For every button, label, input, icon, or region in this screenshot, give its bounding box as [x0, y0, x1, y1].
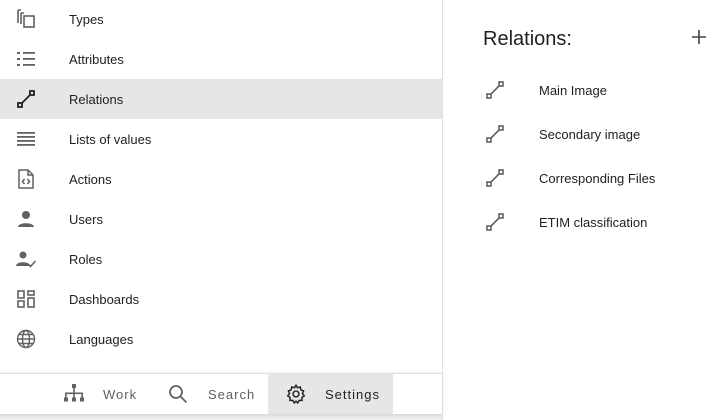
nav-search-button[interactable]: Search: [155, 374, 265, 414]
sidebar-item-label: Actions: [69, 171, 112, 187]
sidebar-item-label: Languages: [69, 331, 134, 347]
sidebar-item-dashboards[interactable]: Dashboards: [0, 279, 442, 319]
relation-label: ETIM classification: [539, 215, 648, 230]
relation-link-icon: [483, 166, 507, 190]
nav-work-label: Work: [103, 386, 138, 402]
relation-link-icon: [14, 87, 38, 111]
sidebar-item-label: Attributes: [69, 51, 124, 67]
bottom-navigation: Work Search Settings: [0, 374, 442, 414]
nav-settings-label: Settings: [325, 386, 380, 402]
sidebar-item-roles[interactable]: Roles: [0, 239, 442, 279]
sidebar-item-actions[interactable]: Actions: [0, 159, 442, 199]
sidebar-item-users[interactable]: Users: [0, 199, 442, 239]
dashboard-icon: [14, 287, 38, 311]
sidebar-item-label: Relations: [69, 91, 124, 107]
sitemap-icon: [62, 382, 86, 406]
sidebar-item-attributes[interactable]: Attributes: [0, 39, 442, 79]
relation-item-corresponding-files[interactable]: Corresponding Files: [470, 158, 725, 198]
sidebar-item-types[interactable]: Types: [0, 0, 442, 39]
sidebar-item-label: Dashboards: [69, 291, 140, 307]
sidebar-item-relations[interactable]: Relations: [0, 79, 442, 119]
search-icon: [166, 382, 190, 406]
sidebar-item-label: Lists of values: [69, 131, 152, 147]
nav-work-button[interactable]: Work: [50, 374, 150, 414]
bottom-bar-shadow: [0, 414, 442, 420]
relation-link-icon: [483, 78, 507, 102]
list-bulleted-icon: [14, 47, 38, 71]
nav-settings-button[interactable]: Settings: [268, 374, 393, 414]
sidebar-item-languages[interactable]: Languages: [0, 319, 442, 359]
sidebar-item-label: Types: [69, 11, 104, 27]
relation-link-icon: [483, 210, 507, 234]
globe-icon: [14, 327, 38, 351]
sidebar-item-lists-of-values[interactable]: Lists of values: [0, 119, 442, 159]
settings-sidebar: Types Attributes Relations Lists of valu…: [0, 0, 442, 420]
person-check-icon: [14, 247, 38, 271]
person-icon: [14, 207, 38, 231]
sidebar-item-label: Users: [69, 211, 103, 227]
nav-search-label: Search: [208, 386, 256, 402]
relation-item-secondary-image[interactable]: Secondary image: [470, 114, 725, 154]
relation-link-icon: [483, 122, 507, 146]
relation-label: Secondary image: [539, 127, 641, 142]
page-title: Relations:: [483, 28, 572, 50]
lines-icon: [14, 127, 38, 151]
code-file-icon: [14, 167, 38, 191]
relation-item-etim-classification[interactable]: ETIM classification: [470, 202, 725, 242]
plus-icon: [690, 28, 708, 51]
relation-label: Main Image: [539, 83, 607, 98]
copy-stack-icon: [14, 7, 38, 31]
sidebar-item-label: Roles: [69, 251, 103, 267]
relation-item-main-image[interactable]: Main Image: [470, 70, 725, 110]
relation-label: Corresponding Files: [539, 171, 656, 186]
panel-divider: [442, 0, 443, 420]
add-relation-button[interactable]: [687, 27, 711, 51]
gear-icon: [284, 382, 308, 406]
